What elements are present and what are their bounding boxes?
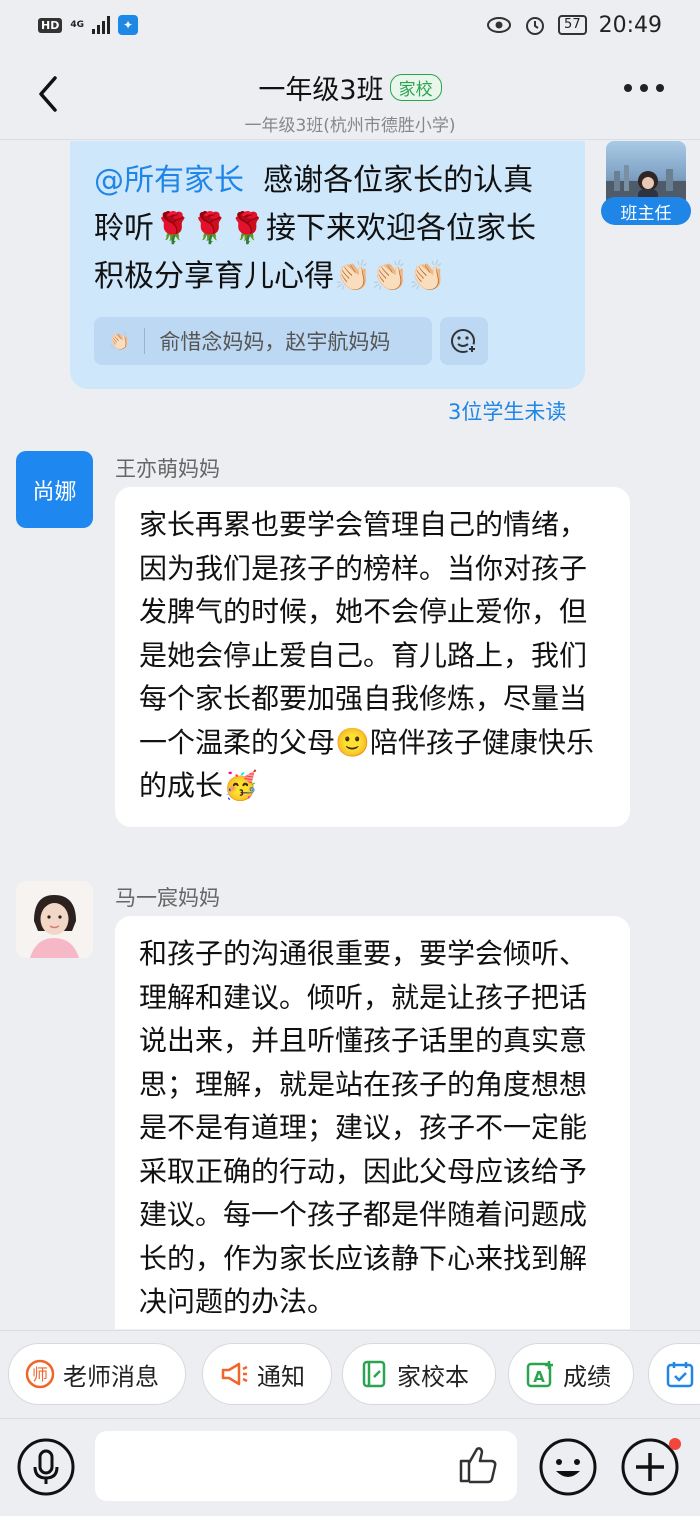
message-text: 家长再累也要学会管理自己的情绪，因为我们是孩子的榜样。当你对孩子发脾气的时候，她… (139, 508, 588, 759)
clock: 20:49 (598, 12, 662, 38)
notification-dot (669, 1438, 681, 1450)
message-bubble[interactable]: 家长再累也要学会管理自己的情绪，因为我们是孩子的榜样。当你对孩子发脾气的时候，她… (115, 487, 630, 827)
grades-button[interactable]: A 成绩 (508, 1343, 634, 1405)
eye-icon (487, 17, 512, 33)
teacher-messages-button[interactable]: 师 老师消息 (8, 1343, 186, 1405)
self-message-bubble[interactable]: @所有家长 感谢各位家长的认真聆听🌹🌹🌹接下来欢迎各位家长积极分享育儿心得👏🏻👏… (70, 141, 585, 389)
input-bar (0, 1418, 700, 1516)
notice-button[interactable]: 通知 (202, 1343, 332, 1405)
message-bubble[interactable]: 和孩子的沟通很重要，要学会倾听、理解和建议。倾听，就是让孩子把话说出来，并且听懂… (115, 916, 630, 1329)
megaphone-icon (219, 1359, 249, 1389)
mention-all[interactable]: @所有家长 (94, 163, 244, 198)
unread-count-link[interactable]: 3位学生未读 (448, 396, 566, 426)
chip-label: 成绩 (563, 1362, 611, 1391)
reaction-names: 俞惜念妈妈，赵宇航妈妈 (159, 330, 391, 354)
teacher-icon: 师 (25, 1359, 55, 1389)
chip-label: 老师消息 (63, 1362, 159, 1391)
smiley-icon (539, 1438, 597, 1496)
microphone-icon (17, 1438, 75, 1496)
grade-icon: A (525, 1359, 555, 1389)
avatar[interactable]: 尚娜 (16, 451, 93, 528)
calendar-icon (665, 1359, 695, 1389)
calendar-button[interactable] (648, 1343, 700, 1405)
clap-icon: 👏🏻 (108, 330, 131, 352)
chat-list[interactable]: @所有家长 感谢各位家长的认真聆听🌹🌹🌹接下来欢迎各位家长积极分享育儿心得👏🏻👏… (0, 141, 700, 1329)
teacher-role-badge: 班主任 (601, 197, 691, 225)
chip-label: 通知 (257, 1362, 305, 1391)
page-subtitle: 一年级3班(杭州市德胜小学) (244, 116, 456, 136)
network-type: 4G (70, 19, 84, 30)
status-bar: HD 4G ✦ 57 20:49 (0, 0, 700, 50)
svg-text:师: 师 (32, 1365, 48, 1384)
group-type-badge: 家校 (389, 74, 442, 101)
emoji-add-icon (451, 329, 477, 354)
reaction-bar[interactable]: 👏🏻 俞惜念妈妈，赵宇航妈妈 (94, 317, 432, 365)
chat-header: 一年级3班 家校 一年级3班(杭州市德胜小学) (0, 50, 700, 140)
message-text: 和孩子的沟通很重要，要学会倾听、理解和建议。倾听，就是让孩子把话说出来，并且听懂… (139, 937, 588, 1318)
page-title: 一年级3班 (258, 75, 384, 106)
emoji-button[interactable] (538, 1437, 598, 1497)
hd-indicator: HD (38, 17, 63, 33)
smile-emoji: 🙂 (335, 725, 370, 759)
thumbs-up-icon[interactable] (455, 1441, 501, 1487)
quick-action-bar[interactable]: 师 老师消息 通知 家校本 A 成绩 (0, 1330, 700, 1418)
home-school-book-button[interactable]: 家校本 (342, 1343, 496, 1405)
party-emoji: 🥳 (223, 769, 258, 802)
message-input[interactable] (95, 1431, 517, 1501)
battery-icon: 57 (558, 15, 587, 35)
more-options-button[interactable] (624, 84, 664, 92)
sender-name: 王亦萌妈妈 (115, 457, 220, 481)
voice-button[interactable] (16, 1437, 76, 1497)
chip-label: 家校本 (397, 1362, 469, 1391)
notebook-icon (359, 1359, 389, 1389)
app-notification-icon: ✦ (118, 15, 138, 35)
add-reaction-button[interactable] (440, 317, 488, 365)
svg-text:A: A (533, 1368, 545, 1386)
sender-name: 马一宸妈妈 (115, 886, 220, 910)
avatar[interactable] (16, 881, 93, 958)
alarm-icon (526, 17, 545, 35)
signal-icon (92, 16, 110, 34)
